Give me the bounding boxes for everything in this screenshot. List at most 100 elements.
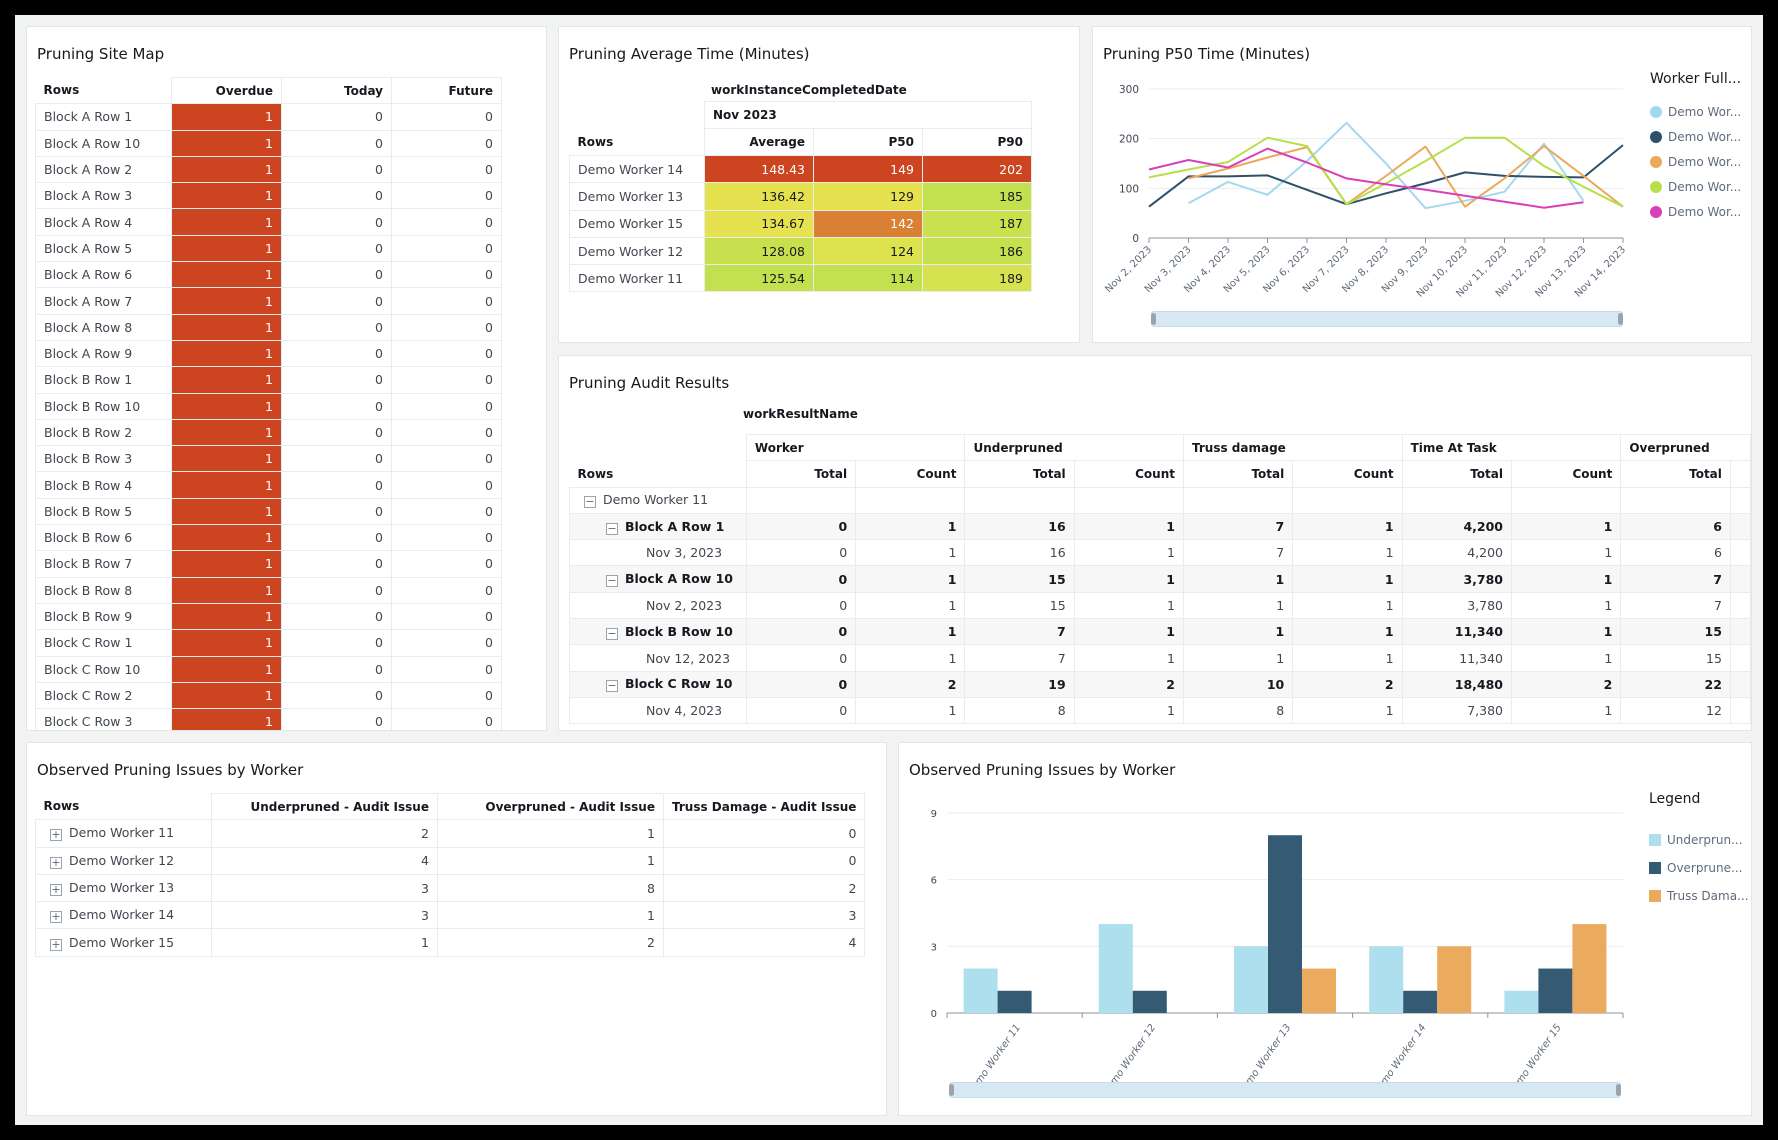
bar-demo-worker-14-series-3[interactable] — [1437, 946, 1472, 1013]
collapse-icon[interactable]: − — [606, 575, 618, 588]
table-row[interactable]: + Demo Worker 11 2 1 0 — [35, 819, 866, 848]
table-row[interactable]: − Block A Row 1 0 1 16 1 7 1 4,200 1 6 — [569, 512, 1751, 541]
group-header-time-at-task[interactable]: Time At Task — [1401, 433, 1622, 462]
table-row[interactable]: Block C Row 2100 — [35, 681, 502, 710]
legend-item[interactable]: Overprune... — [1649, 861, 1742, 875]
subcolumn-header[interactable]: Total — [1182, 460, 1294, 488]
column-header-overdue[interactable]: Overdue — [171, 76, 282, 105]
table-row[interactable]: Block A Row 1100 — [35, 103, 502, 131]
table-row[interactable]: Nov 2, 2023 0 1 15 1 1 1 3,780 1 7 — [569, 591, 1751, 620]
legend-item[interactable]: Demo Wor... — [1650, 180, 1741, 194]
bar-demo-worker-11-series-1[interactable] — [963, 968, 998, 1013]
bar-demo-worker-12-series-1[interactable] — [1098, 924, 1133, 1013]
legend-item[interactable]: Demo Wor... — [1650, 205, 1741, 219]
table-row[interactable]: − Block B Row 10 0 1 7 1 1 1 11,340 1 15 — [569, 618, 1751, 646]
table-row[interactable]: Block B Row 7100 — [35, 550, 502, 578]
chart-range-scrollbar[interactable] — [1151, 311, 1623, 327]
legend-item[interactable]: Demo Wor... — [1650, 130, 1741, 144]
table-row[interactable]: Block B Row 10 1 0 0 — [35, 392, 502, 420]
group-header-worker[interactable]: Worker — [745, 433, 966, 462]
column-header-today[interactable]: Today — [281, 76, 392, 105]
table-row[interactable]: Demo Worker 11 125.54 114 189 — [569, 264, 1032, 293]
table-row[interactable]: Block A Row 7100 — [35, 287, 502, 315]
legend-item[interactable]: Truss Dama... — [1649, 889, 1749, 903]
bar-demo-worker-15-series-3[interactable] — [1572, 924, 1607, 1013]
subcolumn-header[interactable]: Total — [1401, 460, 1513, 488]
table-row[interactable]: Block C Row 1100 — [35, 629, 502, 657]
column-header-future[interactable]: Future — [391, 76, 502, 105]
subcolumn-header[interactable]: Count — [1510, 460, 1622, 488]
table-row[interactable]: Block B Row 5100 — [35, 497, 502, 526]
table-row[interactable]: Block A Row 4100 — [35, 208, 502, 236]
table-row[interactable]: Block A Row 9100 — [35, 339, 502, 368]
group-header-overpruned[interactable]: Overpruned — [1620, 433, 1751, 462]
table-row[interactable]: Nov 4, 2023 0 1 8 1 8 1 7,380 1 12 — [569, 696, 1751, 725]
table-row[interactable]: Nov 12, 2023 0 1 7 1 1 1 11,340 1 15 — [569, 644, 1751, 672]
table-row[interactable]: Block B Row 3100 — [35, 445, 502, 473]
column-header-period[interactable]: Nov 2023 — [704, 101, 1032, 129]
scrollbar-handle-left[interactable] — [1151, 313, 1156, 325]
table-row[interactable]: Block A Row 6100 — [35, 261, 502, 289]
table-row[interactable]: Block B Row 1100 — [35, 366, 502, 394]
group-header-underpruned[interactable]: Underpruned — [964, 433, 1184, 462]
subcolumn-header[interactable]: Count — [855, 460, 966, 488]
table-row[interactable]: + Demo Worker 15 1 2 4 — [35, 928, 866, 957]
table-row[interactable]: Block A Row 8100 — [35, 313, 502, 341]
expand-icon[interactable]: + — [50, 829, 62, 842]
expand-icon[interactable]: + — [50, 856, 62, 869]
table-row[interactable]: − Demo Worker 11 — [569, 486, 1751, 514]
bar-demo-worker-15-series-2[interactable] — [1538, 968, 1573, 1013]
column-header-truss-damage[interactable]: Truss Damage - Audit Issue — [662, 792, 866, 821]
table-row[interactable]: Demo Worker 15 134.67 142 187 — [569, 209, 1032, 238]
table-row[interactable]: + Demo Worker 13 3 8 2 — [35, 873, 866, 903]
subcolumn-header[interactable]: Count — [1073, 460, 1184, 488]
table-row[interactable]: + Demo Worker 14 3 1 3 — [35, 901, 866, 930]
column-header-overpruned[interactable]: Overpruned - Audit Issue — [437, 792, 664, 821]
table-row[interactable]: Demo Worker 13 136.42 129 185 — [569, 182, 1032, 211]
collapse-icon[interactable]: − — [606, 522, 618, 535]
column-header-rows[interactable]: Rows — [35, 77, 172, 104]
table-row[interactable]: Block A Row 10 1 0 0 — [35, 129, 502, 157]
bar-demo-worker-13-series-3[interactable] — [1302, 968, 1336, 1013]
subcolumn-header[interactable]: Total — [745, 460, 857, 488]
group-header-truss-damage[interactable]: Truss damage — [1182, 433, 1403, 462]
table-row[interactable]: Demo Worker 12 128.08 124 186 — [569, 236, 1032, 266]
table-row[interactable]: Block A Row 5100 — [35, 234, 502, 263]
table-row[interactable]: Block C Row 10 1 0 0 — [35, 655, 502, 683]
table-row[interactable]: Block C Row 3100 — [35, 708, 502, 730]
legend-item[interactable]: Demo Wor... — [1650, 105, 1741, 119]
scrollbar-handle-right[interactable] — [1618, 313, 1623, 325]
collapse-icon[interactable]: − — [606, 627, 618, 640]
table-row[interactable]: Demo Worker 14 148.43 149 202 — [569, 154, 1032, 184]
scrollbar-handle-left[interactable] — [949, 1084, 954, 1096]
collapse-icon[interactable]: − — [584, 496, 596, 509]
bar-demo-worker-13-series-1[interactable] — [1234, 946, 1268, 1013]
bar-demo-worker-14-series-2[interactable] — [1403, 990, 1438, 1013]
scrollbar-handle-right[interactable] — [1616, 1084, 1621, 1096]
table-row[interactable]: + Demo Worker 12 4 1 0 — [35, 846, 866, 875]
table-row[interactable]: Block A Row 3100 — [35, 182, 502, 210]
column-header-p50[interactable]: P50 — [813, 128, 923, 156]
table-row[interactable]: Block B Row 2100 — [35, 418, 502, 447]
subcolumn-header[interactable]: Total — [1620, 460, 1731, 488]
column-header-average[interactable]: Average — [704, 128, 814, 156]
table-row[interactable]: − Block C Row 10 0 2 19 2 10 2 18,480 2 22 — [569, 670, 1751, 698]
bar-demo-worker-15-series-1[interactable] — [1504, 990, 1539, 1013]
table-row[interactable]: Block B Row 4100 — [35, 471, 502, 499]
bar-demo-worker-12-series-2[interactable] — [1132, 990, 1167, 1013]
table-row[interactable]: Nov 3, 2023 0 1 16 1 7 1 4,200 1 6 — [569, 539, 1751, 567]
column-header-underpruned[interactable]: Underpruned - Audit Issue — [211, 792, 438, 821]
collapse-icon[interactable]: − — [606, 680, 618, 693]
legend-item[interactable]: Demo Wor... — [1650, 155, 1741, 169]
bar-demo-worker-11-series-2[interactable] — [997, 990, 1032, 1013]
expand-icon[interactable]: + — [50, 938, 62, 951]
bar-demo-worker-13-series-2[interactable] — [1268, 835, 1302, 1013]
subcolumn-header[interactable]: Count — [1292, 460, 1403, 488]
table-row[interactable]: − Block A Row 10 0 1 15 1 1 1 3,780 1 7 — [569, 565, 1751, 593]
legend-item[interactable]: Underprun... — [1649, 833, 1743, 847]
expand-icon[interactable]: + — [50, 911, 62, 924]
series-line-4[interactable] — [1148, 136, 1624, 208]
table-row[interactable]: Block A Row 2100 — [35, 155, 502, 184]
table-row[interactable]: Block B Row 6100 — [35, 524, 502, 552]
table-row[interactable]: Block B Row 9100 — [35, 602, 502, 631]
